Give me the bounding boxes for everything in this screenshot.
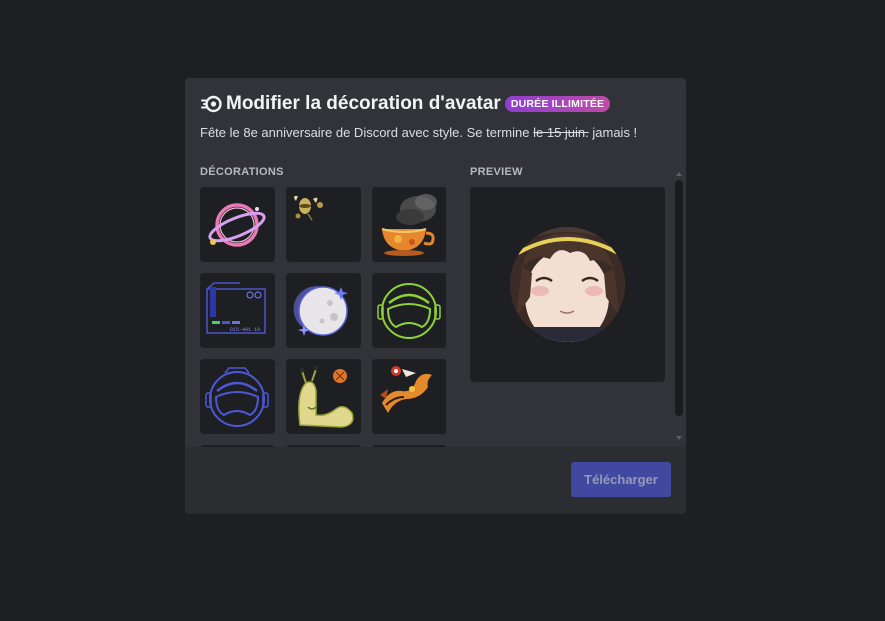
modal-title: Modifier la décoration d'avatar <box>226 93 501 114</box>
title-row: Modifier la décoration d'avatar DURÉE IL… <box>200 92 671 116</box>
modal-subtitle: Fête le 8e anniversaire de Discord avec … <box>200 125 671 140</box>
dragon-icon <box>380 366 432 413</box>
planet-icon <box>208 203 266 247</box>
moon-icon <box>293 286 348 336</box>
hud-code: D15-401 19 <box>230 327 260 333</box>
teacup-icon <box>381 194 437 256</box>
helmet-icon <box>205 367 269 427</box>
preview-panel <box>470 187 665 382</box>
decoration-tile-golden-bee[interactable] <box>286 187 361 262</box>
nitro-icon <box>200 94 222 114</box>
hud-icon: 123 D15-401 19 <box>206 282 266 334</box>
duration-badge: DURÉE ILLIMITÉE <box>504 96 611 112</box>
scroll-up-arrow-icon[interactable] <box>676 172 682 176</box>
decorations-heading: DÉCORATIONS <box>200 166 284 178</box>
decoration-tile-blue-helmet[interactable] <box>200 359 275 434</box>
decoration-tile-steaming-teacup[interactable] <box>372 187 446 262</box>
avatar-preview <box>510 227 625 342</box>
decoration-tile-fire-dragon[interactable] <box>372 359 446 434</box>
modal-scrollbar[interactable] <box>674 172 683 444</box>
subtitle-end: jamais ! <box>588 125 638 140</box>
subtitle-text: Fête le 8e anniversaire de Discord avec … <box>200 125 534 140</box>
download-button[interactable]: Télécharger <box>571 462 671 497</box>
subtitle-strikethrough-date: le 15 juin. <box>533 125 589 140</box>
bee-icon <box>293 195 323 221</box>
decorations-grid: 123 D15-401 19 <box>200 187 446 447</box>
anime-avatar-image <box>510 227 625 342</box>
scroll-thumb[interactable] <box>675 180 683 416</box>
decoration-tile-planet-ring[interactable] <box>200 187 275 262</box>
slug-icon <box>298 365 354 428</box>
decoration-tile-yellow-slug[interactable] <box>286 359 361 434</box>
decoration-tile-hud-panel[interactable]: 123 D15-401 19 <box>200 273 275 348</box>
modal-footer: Télécharger <box>185 447 686 514</box>
preview-heading: PREVIEW <box>470 166 523 178</box>
decoration-tile-moon-stars[interactable] <box>286 273 361 348</box>
scroll-down-arrow-icon[interactable] <box>676 436 682 440</box>
modal-header: Modifier la décoration d'avatar DURÉE IL… <box>200 92 671 140</box>
avatar-decoration-modal: Modifier la décoration d'avatar DURÉE IL… <box>185 78 686 514</box>
decoration-tile-green-helmet[interactable] <box>372 273 446 348</box>
helmet-icon <box>377 283 441 339</box>
